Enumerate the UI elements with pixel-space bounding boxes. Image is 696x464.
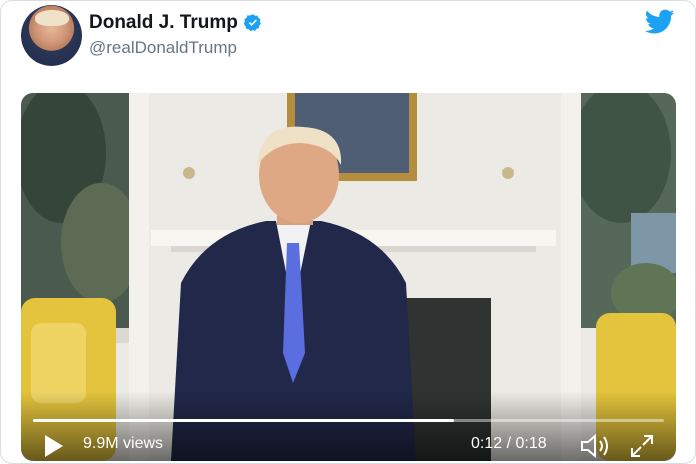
time-separator: / xyxy=(502,435,516,452)
verified-badge-icon xyxy=(243,14,261,32)
tweet-header: Donald J. Trump @realDonaldTrump xyxy=(1,1,695,87)
fullscreen-icon[interactable] xyxy=(629,433,655,459)
video-player[interactable]: 9.9M views 0:12 / 0:18 xyxy=(21,93,676,461)
current-time: 0:12 xyxy=(471,435,503,452)
video-controls: 9.9M views 0:12 / 0:18 xyxy=(21,391,676,461)
volume-icon[interactable] xyxy=(579,433,611,459)
author-name[interactable]: Donald J. Trump xyxy=(89,12,238,34)
time-display: 0:12 / 0:18 xyxy=(471,435,547,453)
twitter-bird-icon[interactable] xyxy=(645,9,675,35)
progress-fill xyxy=(33,419,454,422)
author-name-row: Donald J. Trump xyxy=(89,12,263,34)
avatar[interactable] xyxy=(21,5,82,66)
progress-bar[interactable] xyxy=(33,419,664,422)
duration: 0:18 xyxy=(515,435,547,452)
author-handle[interactable]: @realDonaldTrump xyxy=(89,38,237,58)
tweet-card: Donald J. Trump @realDonaldTrump 9.9M vi… xyxy=(0,0,696,464)
view-count: 9.9M views xyxy=(83,435,164,452)
play-icon[interactable] xyxy=(43,433,65,459)
